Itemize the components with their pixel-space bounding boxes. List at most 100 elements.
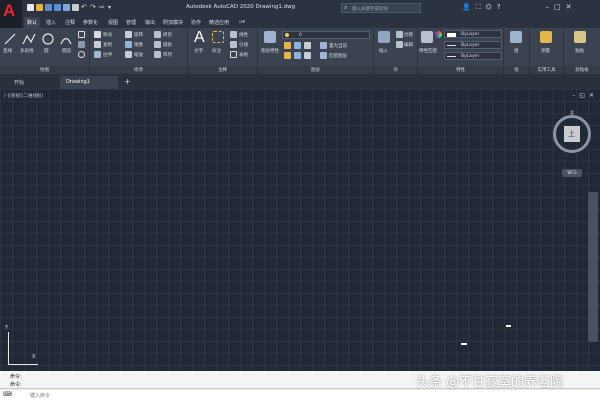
group-icon[interactable] <box>510 31 522 43</box>
insert-block-icon[interactable] <box>378 31 390 43</box>
tab-annotate[interactable]: 注释 <box>62 17 78 28</box>
undo-icon[interactable]: ↶ <box>81 4 88 11</box>
scale-label[interactable]: 缩放 <box>134 52 143 58</box>
layer-tool-icon-1[interactable] <box>284 42 291 49</box>
rotate-icon[interactable] <box>125 31 132 38</box>
rectangle-tool-icon[interactable] <box>78 31 85 38</box>
cart-icon[interactable]: ⛶ <box>476 3 481 12</box>
utilities-panel-label[interactable]: 实用工具 <box>530 66 563 74</box>
make-current-icon[interactable] <box>320 42 327 49</box>
color-dropdown[interactable]: ByLayer <box>444 30 502 38</box>
viewport-restore-icon[interactable]: ◱ <box>579 92 585 99</box>
polyline-tool-icon[interactable] <box>22 33 36 45</box>
draw-panel-label[interactable]: 绘图 <box>0 66 89 74</box>
clipboard-panel-label[interactable]: 剪贴板 <box>564 66 600 74</box>
new-tab-icon[interactable]: + <box>124 77 131 86</box>
match-layer-icon[interactable] <box>320 52 327 59</box>
viewcube[interactable]: 上 <box>553 115 591 153</box>
linear-icon[interactable] <box>230 31 237 38</box>
print-icon[interactable] <box>72 4 79 11</box>
tab-view[interactable]: 视图 <box>105 17 121 28</box>
annotation-panel-label[interactable]: 注释 <box>188 66 257 74</box>
leader-icon[interactable] <box>230 41 237 48</box>
mirror-label[interactable]: 镜像 <box>134 42 143 48</box>
command-icon[interactable]: ⌨ <box>3 391 12 398</box>
modify-panel-label[interactable]: 修改 <box>90 66 187 74</box>
tab-start[interactable]: 开始 <box>8 76 30 89</box>
dimension-tool-icon[interactable] <box>212 31 224 43</box>
line-tool-icon[interactable] <box>4 33 16 45</box>
autocad-logo[interactable]: A <box>0 0 22 28</box>
move-label[interactable]: 移动 <box>103 32 112 38</box>
match-properties-icon[interactable] <box>421 31 433 43</box>
block-panel-label[interactable]: 块 <box>374 66 417 74</box>
network-icon[interactable]: ⌬ <box>486 3 492 12</box>
groups-panel-label[interactable]: 组 <box>504 66 529 74</box>
minimize-icon[interactable]: – <box>545 3 549 12</box>
user-icon[interactable]: 👤 <box>462 3 471 12</box>
new-file-icon[interactable] <box>27 4 34 11</box>
redo-icon[interactable]: ↷ <box>90 4 97 11</box>
help-icon[interactable]: ? <box>497 3 501 12</box>
wcs-menu[interactable]: WCS <box>562 169 582 177</box>
layer-tool-icon-4[interactable] <box>284 52 291 59</box>
tab-insert[interactable]: 插入 <box>43 17 59 28</box>
make-current-label[interactable]: 置为当前 <box>329 43 347 49</box>
tab-addins[interactable]: 附加模块 <box>160 17 186 28</box>
viewport-close-icon[interactable]: ✕ <box>589 92 594 99</box>
match-layer-label[interactable]: 匹配图层 <box>329 53 347 59</box>
hatch-tool-icon[interactable] <box>78 41 85 48</box>
table-label[interactable]: 表格 <box>239 52 248 58</box>
trim-label[interactable]: 修剪 <box>163 32 172 38</box>
layer-tool-icon-3[interactable] <box>304 42 311 49</box>
tab-parametric[interactable]: 参数化 <box>80 17 101 28</box>
ellipse-tool-icon[interactable] <box>78 51 85 58</box>
edit-block-label[interactable]: 编辑 <box>404 42 413 48</box>
scale-icon[interactable] <box>125 51 132 58</box>
save-as-icon[interactable] <box>54 4 61 11</box>
trim-icon[interactable] <box>154 31 161 38</box>
tab-drawing1[interactable]: Drawing1 <box>60 76 118 89</box>
measure-icon[interactable] <box>540 31 552 43</box>
viewport-minimize-icon[interactable]: – <box>572 92 575 99</box>
properties-panel-label[interactable]: 特性 <box>418 66 503 74</box>
layer-properties-icon[interactable] <box>264 31 276 43</box>
search-box[interactable]: ⌕ 键入关键字或短语 <box>341 3 421 13</box>
layers-panel-label[interactable]: 图层 <box>258 66 373 74</box>
lineweight-dropdown[interactable]: ByLayer <box>444 52 502 60</box>
color-wheel-icon[interactable] <box>435 31 442 38</box>
fillet-label[interactable]: 圆角 <box>163 42 172 48</box>
table-icon[interactable] <box>230 51 237 58</box>
edit-block-icon[interactable] <box>396 41 403 48</box>
layer-tool-icon-6[interactable] <box>304 52 311 59</box>
tab-collaborate[interactable]: 协作 <box>188 17 204 28</box>
linetype-dropdown[interactable]: ByLayer <box>444 41 502 49</box>
stretch-icon[interactable] <box>94 51 101 58</box>
arc-tool-icon[interactable] <box>60 33 72 45</box>
leader-label[interactable]: 引线 <box>239 42 248 48</box>
cloud-icon[interactable] <box>63 4 70 11</box>
save-icon[interactable] <box>45 4 52 11</box>
viewport-controls[interactable]: [-][俯视][二维线框] <box>4 93 43 99</box>
tab-home[interactable]: 默认 <box>24 17 41 28</box>
command-input[interactable]: ⌨ 键入命令 <box>0 390 600 400</box>
create-block-label[interactable]: 创建 <box>404 32 413 38</box>
array-icon[interactable] <box>154 51 161 58</box>
restore-icon[interactable]: □ <box>554 3 561 12</box>
mirror-icon[interactable] <box>125 41 132 48</box>
viewcube-top-face[interactable]: 上 <box>564 126 580 142</box>
customize-qat-icon[interactable]: ▾ <box>108 4 115 11</box>
tab-manage[interactable]: 管理 <box>123 17 139 28</box>
ribbon-minimize-toggle[interactable]: ▫▾ <box>236 17 248 28</box>
layer-tool-icon-5[interactable] <box>294 52 301 59</box>
circle-tool-icon[interactable] <box>42 33 54 45</box>
linear-label[interactable]: 线性 <box>239 32 248 38</box>
share-icon[interactable]: ⇨ <box>99 4 106 11</box>
stretch-label[interactable]: 拉伸 <box>103 52 112 58</box>
create-block-icon[interactable] <box>396 31 403 38</box>
tab-featured-apps[interactable]: 精选应用 <box>206 17 232 28</box>
paste-icon[interactable] <box>574 31 586 43</box>
navigation-bar[interactable] <box>588 192 598 342</box>
layer-dropdown[interactable]: 0 <box>282 31 370 39</box>
rotate-label[interactable]: 旋转 <box>134 32 143 38</box>
